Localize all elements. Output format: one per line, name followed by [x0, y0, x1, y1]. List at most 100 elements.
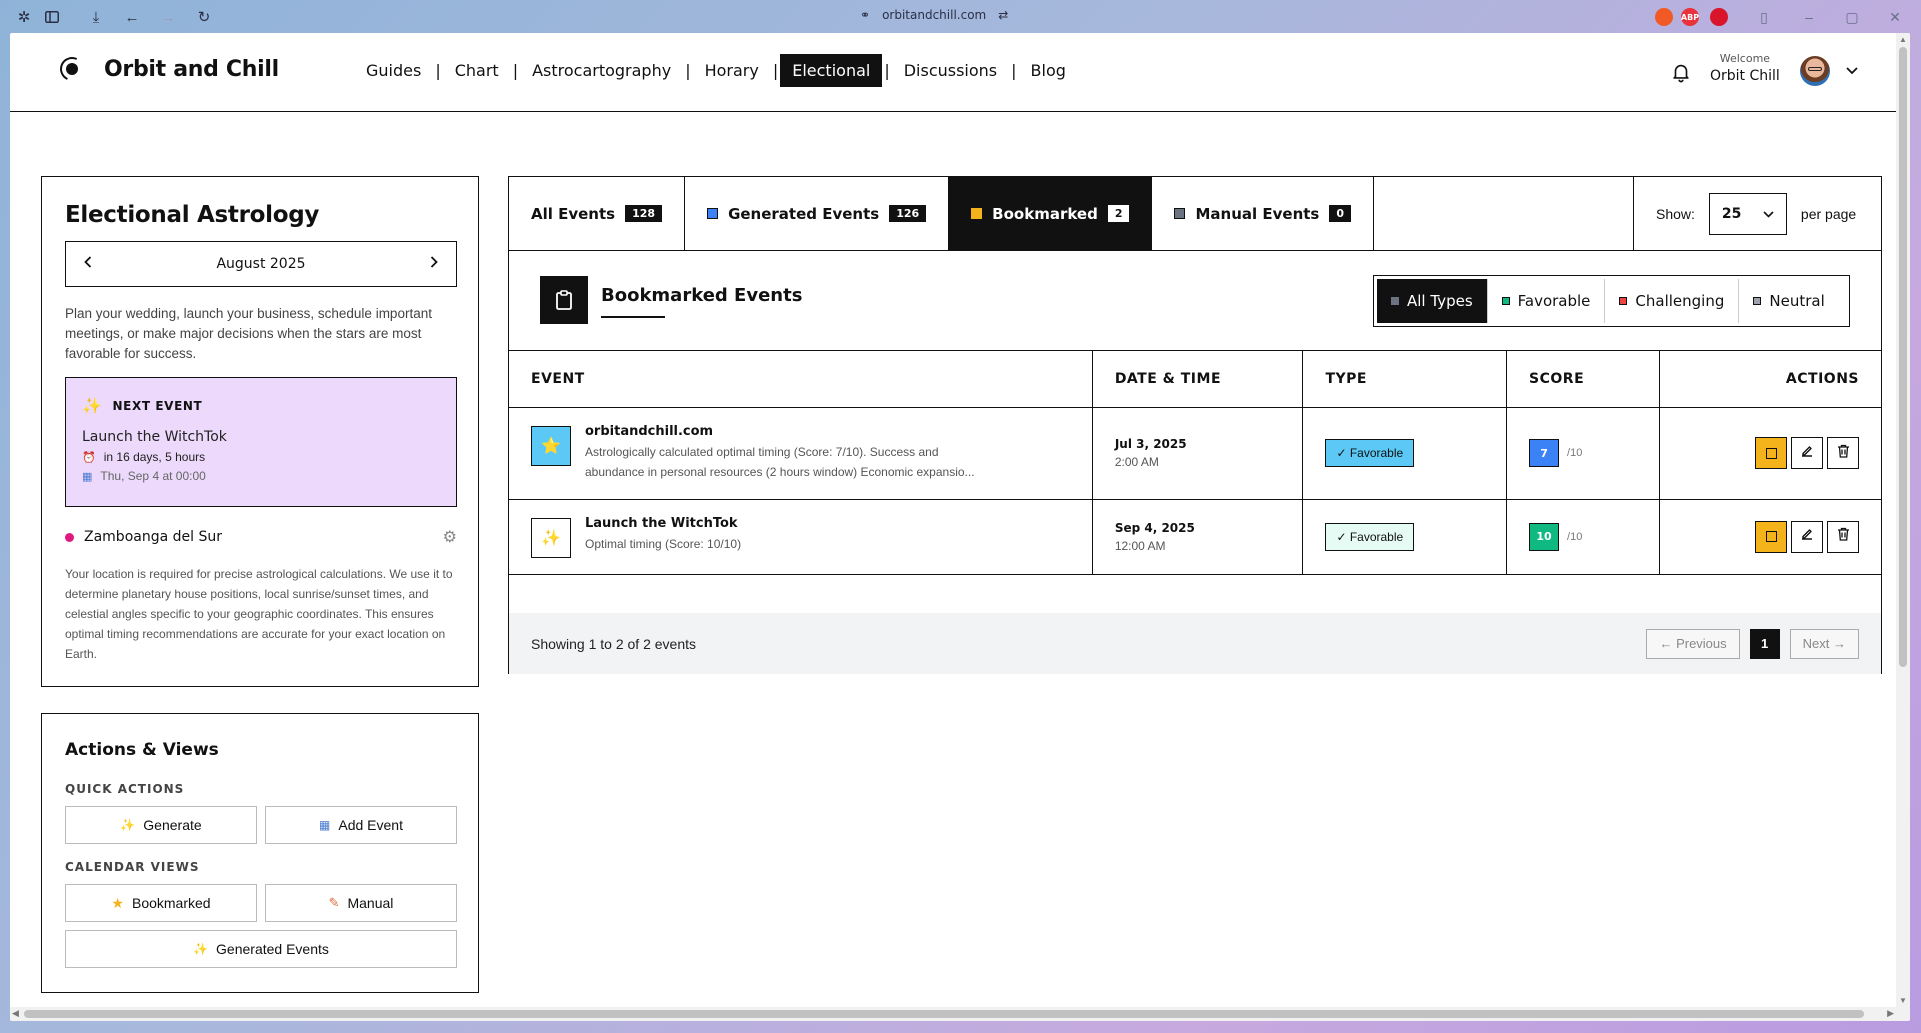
row-actions	[1682, 437, 1859, 469]
star-icon: ★	[111, 894, 124, 911]
generate-button[interactable]: ✨ Generate	[65, 806, 257, 844]
gear-icon[interactable]: ⚙	[443, 527, 457, 547]
add-event-button[interactable]: ▦ Add Event	[265, 806, 457, 844]
url-text: orbitandchill.com	[882, 8, 987, 22]
filter-label: Challenging	[1635, 292, 1725, 310]
split-view-icon[interactable]: ▯	[1755, 8, 1773, 26]
sparkles-icon: ✨	[82, 396, 103, 415]
nav-item-blog[interactable]: Blog	[1019, 54, 1078, 87]
type-badge: ✓ Favorable	[1325, 439, 1415, 467]
panel-title: Electional Astrology	[65, 202, 320, 228]
manual-label: Manual	[347, 895, 394, 911]
nav-item-guides[interactable]: Guides	[354, 54, 433, 87]
per-page-select[interactable]: 25	[1708, 192, 1787, 235]
browser-menu-icon[interactable]: ✲	[14, 7, 34, 27]
extension-b-icon[interactable]	[1710, 8, 1728, 26]
event-name[interactable]: Launch the WitchTok	[585, 516, 985, 531]
tab-count: 128	[625, 205, 663, 222]
pencil-icon: ✎	[328, 895, 340, 910]
tab-manual-events[interactable]: Manual Events 0	[1152, 177, 1375, 250]
scroll-up-icon[interactable]: ▲	[1899, 35, 1907, 44]
table-row[interactable]: ⭐ orbitandchill.com Astrologically calcula…	[509, 407, 1881, 500]
user-greeting[interactable]: Welcome Orbit Chill	[1710, 52, 1780, 84]
forward-icon[interactable]: →	[158, 7, 178, 27]
scroll-thumb[interactable]	[1899, 47, 1907, 667]
download-icon[interactable]: ⤓	[86, 7, 106, 27]
next-page-button[interactable]: Next →	[1789, 628, 1859, 659]
generated-events-view-button[interactable]: ✨ Generated Events	[65, 930, 457, 968]
scroll-right-icon[interactable]: ▶	[1887, 1008, 1894, 1019]
filter-all-types[interactable]: All Types	[1377, 279, 1488, 323]
scroll-down-icon[interactable]: ▼	[1899, 996, 1907, 1005]
notifications-bell-icon[interactable]	[1670, 61, 1692, 83]
adblock-icon[interactable]: ABP	[1681, 8, 1699, 26]
chevron-down-icon	[1763, 206, 1774, 222]
bookmark-icon	[1765, 531, 1777, 542]
event-cell: ⭐ orbitandchill.com Astrologically calcula…	[509, 407, 1093, 500]
actions-cell	[1659, 499, 1881, 575]
minimize-icon[interactable]: –	[1800, 8, 1818, 26]
tab-count: 2	[1107, 205, 1130, 222]
reload-icon[interactable]: ↻	[194, 7, 214, 27]
previous-page-button[interactable]: ← Previous	[1646, 628, 1740, 659]
close-window-icon[interactable]: ✕	[1886, 8, 1904, 26]
show-label: Show:	[1656, 205, 1695, 222]
filter-favorable[interactable]: Favorable	[1488, 279, 1606, 323]
edit-button[interactable]	[1791, 520, 1823, 553]
maximize-icon[interactable]: ▢	[1843, 8, 1861, 26]
scroll-left-icon[interactable]: ◀	[12, 1008, 19, 1019]
nav-item-astrocartography[interactable]: Astrocartography	[520, 54, 683, 87]
location-pin-icon	[65, 532, 74, 542]
filter-neutral[interactable]: Neutral	[1739, 279, 1838, 323]
filter-challenging[interactable]: Challenging	[1605, 279, 1740, 323]
manual-view-button[interactable]: ✎ Manual	[265, 884, 457, 922]
next-event-heading: NEXT EVENT	[112, 398, 203, 413]
address-bar[interactable]: ⚭ orbitandchill.com ⇄	[860, 8, 1008, 22]
next-month-icon[interactable]	[430, 256, 438, 272]
location-row: Zamboanga del Sur ⚙	[65, 527, 457, 547]
prev-month-icon[interactable]	[84, 256, 92, 272]
vertical-scrollbar[interactable]: ▲ ▼	[1896, 33, 1910, 1021]
tab-color-swatch	[1174, 208, 1186, 219]
actions-panel: Actions & Views QUICK ACTIONS ✨ Generate…	[41, 713, 479, 993]
bookmark-button[interactable]	[1755, 437, 1787, 469]
filter-label: Neutral	[1769, 292, 1825, 310]
event-name[interactable]: orbitandchill.com	[585, 424, 985, 439]
edit-button[interactable]	[1791, 437, 1823, 469]
edit-icon	[1800, 444, 1814, 463]
delete-button[interactable]	[1827, 437, 1859, 469]
score: 7/10	[1529, 439, 1637, 467]
chevron-down-icon[interactable]	[1846, 62, 1858, 78]
horizontal-scrollbar[interactable]: ◀ ▶	[10, 1007, 1896, 1021]
nav-item-electional[interactable]: Electional	[780, 54, 883, 87]
sparkles-icon: ✨	[193, 942, 209, 956]
extension-a-icon[interactable]	[1655, 8, 1673, 26]
nav-item-chart[interactable]: Chart	[443, 54, 511, 87]
avatar[interactable]	[1800, 56, 1830, 86]
sidebar-toggle-icon[interactable]	[42, 7, 62, 27]
delete-button[interactable]	[1827, 520, 1859, 553]
bookmarked-view-button[interactable]: ★ Bookmarked	[65, 884, 257, 922]
current-page[interactable]: 1	[1749, 628, 1780, 659]
type-cell: ✓ Favorable	[1302, 499, 1508, 575]
page-viewport: Orbit and Chill Guides | Chart | Astrocartog…	[10, 33, 1910, 1021]
row-actions	[1682, 520, 1859, 553]
tab-all-events[interactable]: All Events 128	[509, 177, 686, 250]
tab-bookmarked[interactable]: Bookmarked 2	[949, 177, 1153, 250]
site-settings-icon[interactable]: ⇄	[998, 8, 1008, 22]
location-description: Your location is required for precise as…	[65, 567, 453, 661]
back-icon[interactable]: ←	[122, 7, 142, 27]
section-header: Bookmarked Events All Types Favorable Chal…	[509, 251, 1881, 351]
table-row[interactable]: ✨ Launch the WitchTok Optimal timing (Scor…	[509, 499, 1881, 575]
scroll-thumb[interactable]	[24, 1010, 1864, 1018]
section-title: Bookmarked Events	[601, 285, 803, 306]
nav-item-horary[interactable]: Horary	[693, 54, 771, 87]
sparkles-icon: ✨	[120, 818, 136, 832]
score-cell: 7/10	[1506, 407, 1661, 500]
bookmark-button[interactable]	[1755, 520, 1787, 553]
site-logo[interactable]: Orbit and Chill	[56, 53, 279, 85]
next-event-card[interactable]: ✨ NEXT EVENT Launch the WitchTok ⏰ in 16…	[65, 377, 457, 507]
filter-color-dot	[1391, 297, 1399, 305]
tab-generated-events[interactable]: Generated Events 126	[685, 177, 950, 250]
nav-item-discussions[interactable]: Discussions	[892, 54, 1009, 87]
